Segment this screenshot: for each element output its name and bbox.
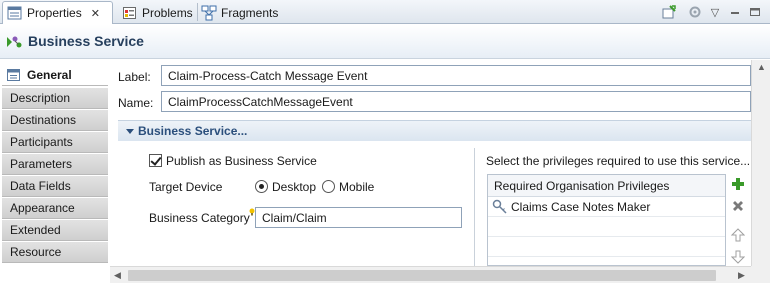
nav-item-resource[interactable]: Resource <box>2 242 108 263</box>
horizontal-scroll-thumb[interactable] <box>128 270 716 281</box>
nav-item-appearance[interactable]: Appearance <box>2 198 108 219</box>
scroll-right-icon[interactable]: ▶ <box>738 270 745 281</box>
label-field[interactable]: Claim-Process-Catch Message Event <box>161 65 751 86</box>
nav-item-extended[interactable]: Extended <box>2 220 108 241</box>
gear-icon[interactable] <box>685 3 705 21</box>
nav-item-label: General <box>27 68 72 82</box>
nav-item-label: Parameters <box>10 157 73 171</box>
publish-checkbox[interactable] <box>149 154 162 167</box>
property-sections-nav: General Description Destinations Partici… <box>0 62 110 266</box>
privilege-name: Claims Case Notes Maker <box>511 199 651 214</box>
name-field[interactable]: ClaimProcessCatchMessageEvent <box>161 91 751 112</box>
desktop-radio-label: Desktop <box>272 180 317 194</box>
view-toolbar: ▽ <box>659 3 765 21</box>
scroll-left-icon[interactable]: ◀ <box>114 270 121 281</box>
page-title: Business Service <box>28 33 144 49</box>
scroll-up-icon[interactable]: ▲ <box>757 62 766 72</box>
table-row-empty <box>488 237 725 257</box>
properties-icon <box>7 5 23 21</box>
add-privilege-button[interactable] <box>730 176 746 192</box>
business-service-icon <box>6 34 24 50</box>
properties-header: Business Service <box>0 25 770 59</box>
scroll-corner <box>751 266 770 283</box>
pin-icon[interactable] <box>659 3 679 21</box>
nav-item-description[interactable]: Description <box>2 88 108 109</box>
general-section: Label: Claim-Process-Catch Message Event… <box>110 60 751 266</box>
business-service-section-header[interactable]: Business Service... <box>118 120 751 141</box>
move-down-button[interactable] <box>730 249 746 265</box>
tab-label: Problems <box>142 5 193 20</box>
tab-properties[interactable]: Properties ✕ <box>2 1 113 24</box>
chevron-down-icon[interactable]: ▽ <box>705 3 725 21</box>
fragments-icon <box>201 5 217 21</box>
vertical-scrollbar[interactable]: ▲ <box>751 60 770 266</box>
desktop-radio[interactable] <box>255 180 268 193</box>
privileges-table[interactable]: Required Organisation Privileges Claims … <box>487 174 726 266</box>
privileges-prompt: Select the privileges required to use th… <box>486 154 751 168</box>
nav-item-destinations[interactable]: Destinations <box>2 110 108 131</box>
nav-item-data-fields[interactable]: Data Fields <box>2 176 108 197</box>
mobile-radio[interactable] <box>322 180 335 193</box>
problems-icon <box>122 5 138 21</box>
tab-label: Properties <box>27 6 82 20</box>
nav-item-label: Description <box>10 91 71 105</box>
label-caption: Label: <box>118 70 151 84</box>
table-row[interactable]: Claims Case Notes Maker <box>488 197 725 217</box>
nav-item-label: Resource <box>10 245 62 259</box>
general-icon <box>6 68 22 82</box>
view-tab-bar: Properties ✕ Problems Fragments ▽ <box>0 0 770 24</box>
nav-item-label: Destinations <box>10 113 77 127</box>
nav-item-general[interactable]: General <box>2 65 108 86</box>
name-caption: Name: <box>118 96 154 110</box>
nav-item-label: Participants <box>10 135 73 149</box>
publish-label: Publish as Business Service <box>166 154 317 168</box>
section-divider <box>474 148 475 266</box>
business-category-label: Business Category <box>149 211 250 225</box>
section-title: Business Service... <box>138 124 248 138</box>
key-icon <box>492 199 508 215</box>
tab-problems[interactable]: Problems <box>118 1 198 24</box>
table-row-empty <box>488 217 725 237</box>
nav-item-label: Appearance <box>10 201 75 215</box>
nav-item-parameters[interactable]: Parameters <box>2 154 108 175</box>
close-icon[interactable]: ✕ <box>91 7 100 20</box>
nav-item-participants[interactable]: Participants <box>2 132 108 153</box>
nav-item-label: Extended <box>10 223 61 237</box>
target-device-label: Target Device <box>149 180 223 194</box>
chevron-down-icon[interactable] <box>126 129 134 134</box>
nav-item-label: Data Fields <box>10 179 71 193</box>
mobile-radio-label: Mobile <box>339 180 375 194</box>
tab-fragments[interactable]: Fragments <box>197 1 279 24</box>
horizontal-scrollbar[interactable]: ◀ ▶ <box>110 266 751 283</box>
remove-privilege-button[interactable] <box>730 198 746 214</box>
move-up-button[interactable] <box>730 227 746 243</box>
business-category-field[interactable]: Claim/Claim <box>255 207 462 228</box>
tab-label: Fragments <box>221 5 279 20</box>
minimize-icon[interactable] <box>725 3 745 21</box>
privileges-table-header: Required Organisation Privileges <box>488 175 725 197</box>
maximize-icon[interactable] <box>745 3 765 21</box>
